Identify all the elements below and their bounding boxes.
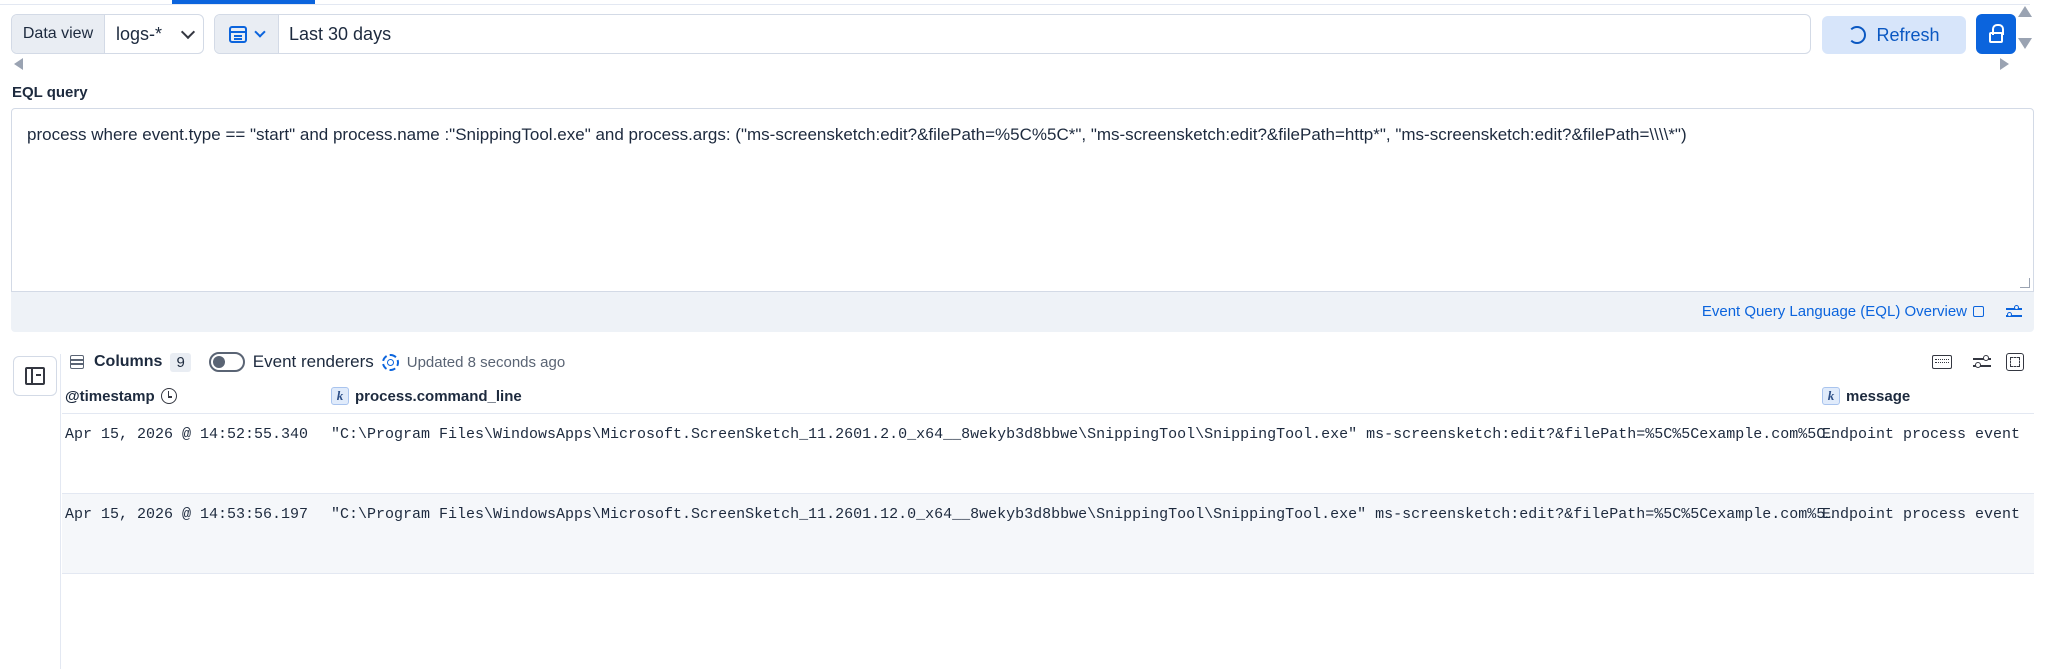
eql-overview-link[interactable]: Event Query Language (EQL) Overview bbox=[1702, 303, 1984, 320]
resize-handle-icon[interactable] bbox=[2020, 278, 2030, 288]
event-renderers-toggle[interactable] bbox=[208, 352, 245, 372]
column-header-message[interactable]: k message bbox=[1822, 385, 1910, 407]
query-bar: Data view logs-* Last 30 days bbox=[11, 14, 1811, 54]
cell-message: Endpoint process event bbox=[1822, 426, 2021, 443]
active-tab-indicator bbox=[172, 0, 315, 4]
column-header-timestamp[interactable]: @timestamp bbox=[65, 385, 177, 407]
column-header-command-line[interactable]: k process.command_line bbox=[331, 385, 522, 407]
left-side-panel bbox=[11, 354, 61, 669]
toggle-sidebar-button[interactable] bbox=[13, 356, 57, 396]
display-options-icon[interactable] bbox=[1973, 355, 1991, 369]
date-picker[interactable]: Last 30 days bbox=[214, 14, 1811, 54]
keyword-type-icon: k bbox=[331, 387, 349, 405]
eql-editor-footer: Event Query Language (EQL) Overview bbox=[11, 292, 2034, 332]
column-header-message-label: message bbox=[1846, 387, 1911, 405]
columns-count-badge: 9 bbox=[170, 352, 191, 372]
scroll-up-arrow-icon[interactable] bbox=[2018, 6, 2032, 17]
keyword-type-icon: k bbox=[1822, 387, 1840, 405]
date-quick-menu-button[interactable] bbox=[215, 15, 279, 53]
cell-message: Endpoint process event bbox=[1822, 506, 2021, 523]
table-row[interactable]: Apr 15, 2026 @ 14:53:56.197 "C:\Program … bbox=[62, 493, 2034, 573]
eql-overview-link-text: Event Query Language (EQL) Overview bbox=[1701, 303, 1967, 320]
eql-query-editor[interactable]: process where event.type == "start" and … bbox=[11, 108, 2034, 292]
chevron-down-icon bbox=[254, 25, 266, 38]
refresh-icon bbox=[1848, 26, 1867, 44]
column-header-command-line-label: process.command_line bbox=[355, 387, 522, 405]
settings-sliders-icon[interactable] bbox=[2006, 305, 2022, 319]
fullscreen-icon[interactable] bbox=[2006, 353, 2024, 371]
data-view-value[interactable]: logs-* bbox=[105, 24, 203, 45]
top-divider bbox=[0, 4, 2030, 5]
calendar-icon bbox=[229, 25, 247, 43]
cell-timestamp: Apr 15, 2026 @ 14:52:55.340 bbox=[65, 426, 309, 443]
refresh-label: Refresh bbox=[1876, 24, 1940, 45]
cell-command-line: "C:\Program Files\WindowsApps\Microsoft.… bbox=[331, 506, 1835, 523]
external-link-icon bbox=[1973, 306, 1984, 317]
sidebar-toggle-icon bbox=[25, 367, 45, 385]
chevron-down-icon bbox=[180, 24, 196, 39]
updated-timestamp: Updated 8 seconds ago bbox=[406, 353, 566, 371]
date-range-text[interactable]: Last 30 days bbox=[279, 24, 391, 45]
gear-icon[interactable] bbox=[381, 353, 399, 371]
eql-query-text[interactable]: process where event.type == "start" and … bbox=[27, 125, 1687, 145]
lock-button[interactable] bbox=[1976, 14, 2016, 54]
column-header-timestamp-label: @timestamp bbox=[65, 387, 155, 405]
scroll-down-arrow-icon[interactable] bbox=[2018, 38, 2032, 49]
data-view-name: logs-* bbox=[116, 23, 163, 44]
table-icon bbox=[70, 355, 84, 369]
data-view-selector[interactable]: Data view logs-* bbox=[11, 14, 204, 54]
keyboard-shortcuts-icon[interactable] bbox=[1932, 355, 1952, 369]
grid-toolbar: Columns 9 Event renderers Updated 8 seco… bbox=[70, 350, 565, 374]
cell-command-line: "C:\Program Files\WindowsApps\Microsoft.… bbox=[331, 426, 1835, 443]
table-bottom-divider bbox=[62, 573, 2034, 574]
clock-icon bbox=[160, 388, 177, 404]
lock-icon bbox=[1989, 23, 2004, 43]
table-row[interactable]: Apr 15, 2026 @ 14:52:55.340 "C:\Program … bbox=[62, 413, 2034, 493]
cell-timestamp: Apr 15, 2026 @ 14:53:56.197 bbox=[65, 506, 309, 523]
data-view-label: Data view bbox=[12, 15, 105, 53]
columns-button[interactable]: Columns bbox=[94, 353, 162, 371]
scroll-right-arrow-icon[interactable] bbox=[2000, 58, 2009, 70]
event-renderers-label: Event renderers bbox=[252, 352, 374, 371]
eql-query-label: EQL query bbox=[12, 84, 88, 101]
refresh-button[interactable]: Refresh bbox=[1822, 16, 1966, 54]
scroll-left-arrow-icon[interactable] bbox=[14, 58, 23, 70]
